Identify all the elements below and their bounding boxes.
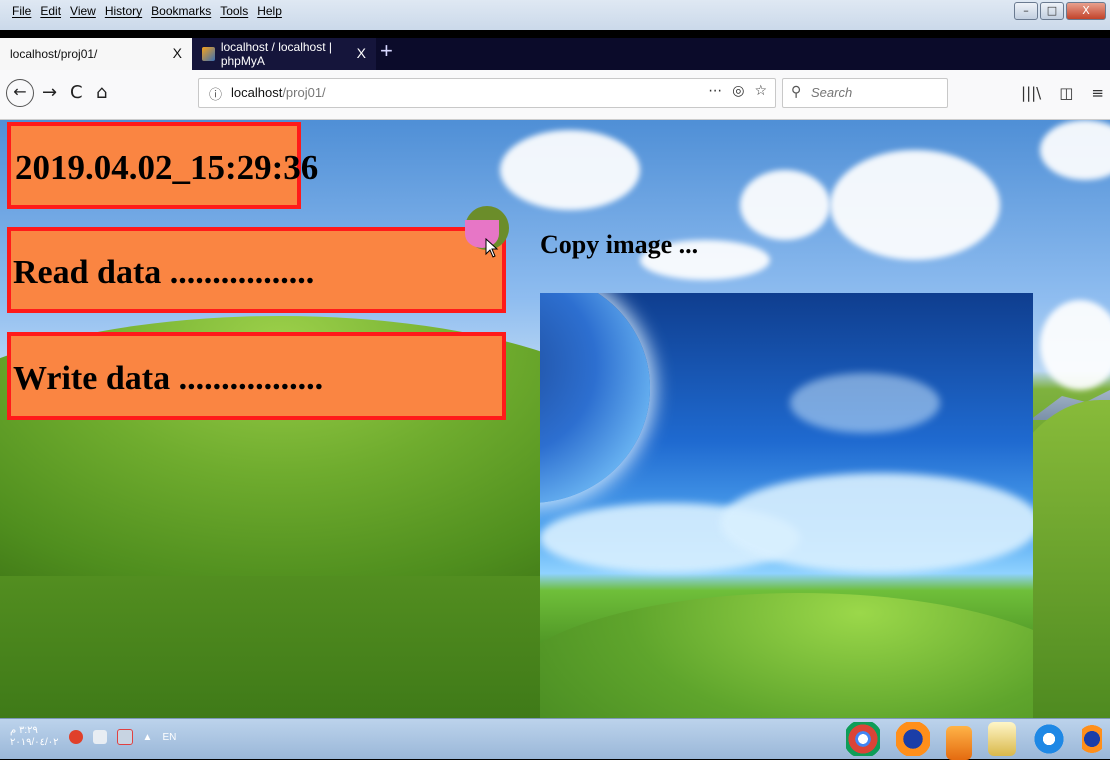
firefox-icon[interactable] — [1082, 722, 1102, 756]
menu-icon[interactable]: ≡ — [1091, 84, 1104, 102]
tray-expand-icon[interactable]: ▲ — [143, 732, 153, 743]
maximize-button[interactable]: □ — [1040, 2, 1064, 20]
system-tray: ٣:٢٩ م ٢٠١٩/٠٤/٠٢ ▲ EN — [10, 725, 176, 749]
sidebar-icon[interactable]: ◫ — [1059, 84, 1073, 102]
image-cloud — [720, 473, 1033, 573]
window-controls: – □ X — [1014, 2, 1106, 20]
taskbar-apps — [846, 722, 1102, 760]
menu-edit[interactable]: Edit — [40, 4, 61, 18]
menu-file[interactable]: File — [12, 4, 31, 18]
reload-button[interactable]: C — [70, 82, 83, 103]
url-path: /proj01/ — [282, 85, 326, 100]
taskbar: ٣:٢٩ م ٢٠١٩/٠٤/٠٢ ▲ EN — [0, 718, 1110, 760]
home-button[interactable]: ⌂ — [96, 82, 107, 103]
menu-help[interactable]: Help — [257, 4, 282, 18]
new-tab-button[interactable]: + — [380, 40, 393, 62]
network-icon[interactable] — [92, 730, 107, 744]
action-center-icon[interactable] — [116, 729, 133, 745]
library-icon[interactable]: |||\ — [1021, 84, 1041, 102]
image-planet — [540, 293, 650, 503]
image-cloud — [790, 373, 940, 433]
wallpaper-cloud — [1040, 300, 1110, 390]
menu-bookmarks[interactable]: Bookmarks — [151, 4, 211, 18]
clock-date: ٢٠١٩/٠٤/٠٢ — [10, 737, 59, 748]
menu-items: File Edit View History Bookmarks Tools H… — [12, 4, 282, 18]
copied-image — [540, 293, 1033, 718]
wallpaper-cloud — [740, 170, 830, 240]
copy-image-label: Copy image ... — [540, 230, 699, 259]
read-data-box: Read data ................. — [7, 227, 506, 313]
search-bar[interactable]: ⚲ — [782, 78, 948, 108]
image-hill — [540, 593, 1033, 718]
wallpaper-cloud — [1040, 120, 1110, 180]
toolbar-right: |||\ ◫ ≡ — [1021, 84, 1104, 102]
language-indicator[interactable]: EN — [162, 732, 176, 743]
menu-bar: File Edit View History Bookmarks Tools H… — [0, 0, 1110, 30]
internet-explorer-icon[interactable] — [1032, 722, 1066, 756]
tab-close-icon[interactable]: X — [357, 45, 366, 61]
url-host: localhost — [231, 85, 283, 100]
clock-time: ٣:٢٩ م — [10, 725, 38, 736]
page-content: 2019.04.02_15:29:36 Read data ..........… — [0, 120, 1110, 718]
tab-proj01[interactable]: localhost/proj01/ X — [0, 38, 192, 70]
notepad-icon[interactable] — [988, 722, 1016, 756]
tab-phpmyadmin[interactable]: localhost / localhost | phpMyA X — [192, 38, 376, 70]
tab-strip: localhost/proj01/ X localhost / localhos… — [0, 38, 1110, 70]
menu-tools[interactable]: Tools — [220, 4, 248, 18]
tab-title: localhost/proj01/ — [10, 47, 98, 61]
menu-history[interactable]: History — [105, 4, 142, 18]
wallpaper-cloud — [500, 130, 640, 210]
clock[interactable]: ٣:٢٩ م ٢٠١٩/٠٤/٠٢ — [10, 725, 59, 749]
search-icon: ⚲ — [791, 84, 802, 100]
phpmyadmin-favicon-icon — [202, 47, 215, 61]
tab-title: localhost / localhost | phpMyA — [220, 40, 333, 68]
write-data-box: Write data ................. — [7, 332, 506, 420]
bookmark-star-icon[interactable]: ☆ — [754, 83, 767, 99]
page-actions: ⋯ ◎ ☆ — [708, 83, 767, 99]
timestamp-box: 2019.04.02_15:29:36 — [7, 122, 318, 209]
menu-view[interactable]: View — [70, 4, 96, 18]
page-actions-icon[interactable]: ⋯ — [708, 83, 722, 99]
forward-button[interactable]: → — [42, 82, 57, 103]
close-window-button[interactable]: X — [1066, 2, 1106, 20]
navigation-bar: ← → C ⌂ ⓘ localhost/proj01/ ⋯ ◎ ☆ ⚲ |||\… — [0, 70, 1110, 120]
url-text[interactable]: localhost/proj01/ — [231, 85, 326, 100]
minimize-button[interactable]: – — [1014, 2, 1038, 20]
search-input[interactable] — [809, 84, 943, 101]
media-player-icon[interactable] — [946, 726, 972, 760]
pocket-icon[interactable]: ◎ — [732, 83, 744, 99]
site-info-icon[interactable]: ⓘ — [209, 84, 222, 103]
wallpaper-cloud — [830, 150, 1000, 260]
back-button[interactable]: ← — [6, 79, 34, 107]
tab-close-icon[interactable]: X — [173, 45, 182, 61]
firefox-icon[interactable] — [896, 722, 930, 756]
address-bar[interactable]: ⓘ localhost/proj01/ ⋯ ◎ ☆ — [198, 78, 776, 108]
volume-icon[interactable] — [68, 730, 83, 744]
mouse-cursor-icon — [485, 238, 499, 258]
chrome-icon[interactable] — [846, 722, 880, 756]
